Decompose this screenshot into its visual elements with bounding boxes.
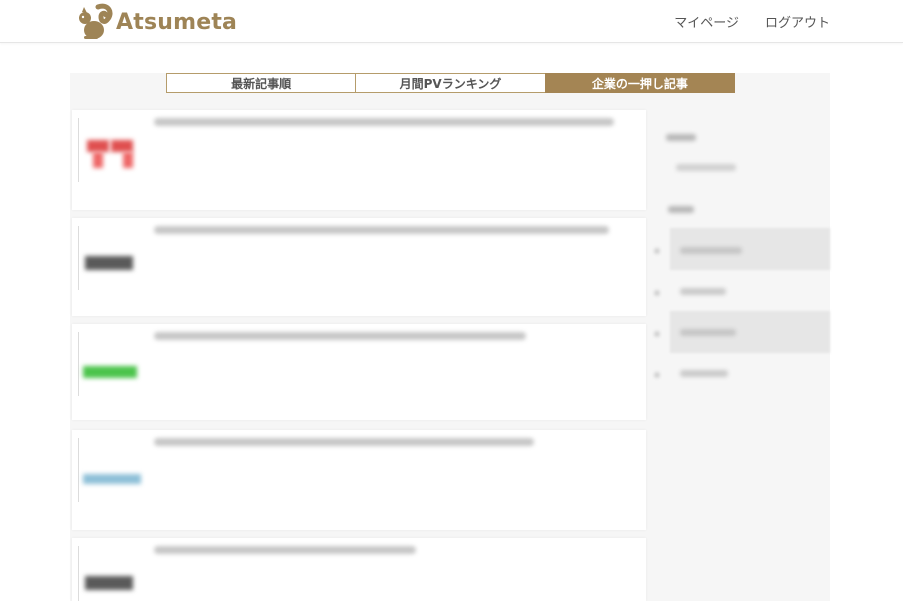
article-title-blurred — [154, 438, 534, 446]
article-card[interactable] — [72, 218, 646, 316]
tab-company-pick[interactable]: 企業の一押し記事 — [544, 73, 735, 93]
article-title-blurred — [154, 332, 526, 340]
article-thumbnail — [78, 226, 140, 290]
sidebar-item-blurred[interactable] — [680, 247, 742, 254]
article-card[interactable] — [72, 110, 646, 210]
bullet-icon — [654, 331, 660, 337]
category-sidebar — [650, 110, 830, 410]
sidebar-item-blurred[interactable] — [680, 329, 736, 336]
article-thumbnail — [78, 546, 140, 601]
bullet-icon — [654, 372, 660, 378]
brand-name: Atsumeta — [116, 9, 238, 35]
sidebar-heading-blurred — [666, 134, 696, 141]
article-card[interactable] — [72, 430, 646, 530]
article-thumbnail — [78, 118, 140, 182]
bullet-icon — [654, 248, 660, 254]
sidebar-item-blurred[interactable] — [676, 164, 736, 171]
article-title-blurred — [154, 118, 614, 126]
article-sort-tabs: 最新記事順 月間PVランキング 企業の一押し記事 — [166, 73, 735, 93]
article-thumbnail — [78, 438, 141, 502]
sidebar-heading-blurred — [668, 206, 694, 213]
article-title-blurred — [154, 226, 609, 234]
article-card[interactable] — [72, 324, 646, 420]
squirrel-icon — [79, 3, 113, 39]
article-title-blurred — [154, 546, 416, 554]
top-header: Atsumeta マイページ ログアウト — [0, 0, 903, 43]
mypage-link[interactable]: マイページ — [674, 12, 739, 31]
tab-latest[interactable]: 最新記事順 — [166, 73, 357, 93]
logout-link[interactable]: ログアウト — [765, 12, 830, 31]
header-nav: マイページ ログアウト — [674, 12, 830, 31]
article-thumbnail — [78, 332, 140, 396]
tab-monthly-pv-ranking[interactable]: 月間PVランキング — [355, 73, 546, 93]
brand-logo[interactable]: Atsumeta — [74, 3, 237, 41]
article-card[interactable] — [72, 538, 646, 601]
bullet-icon — [654, 290, 660, 296]
sidebar-item-blurred[interactable] — [680, 288, 726, 295]
sidebar-item-blurred[interactable] — [680, 370, 728, 377]
